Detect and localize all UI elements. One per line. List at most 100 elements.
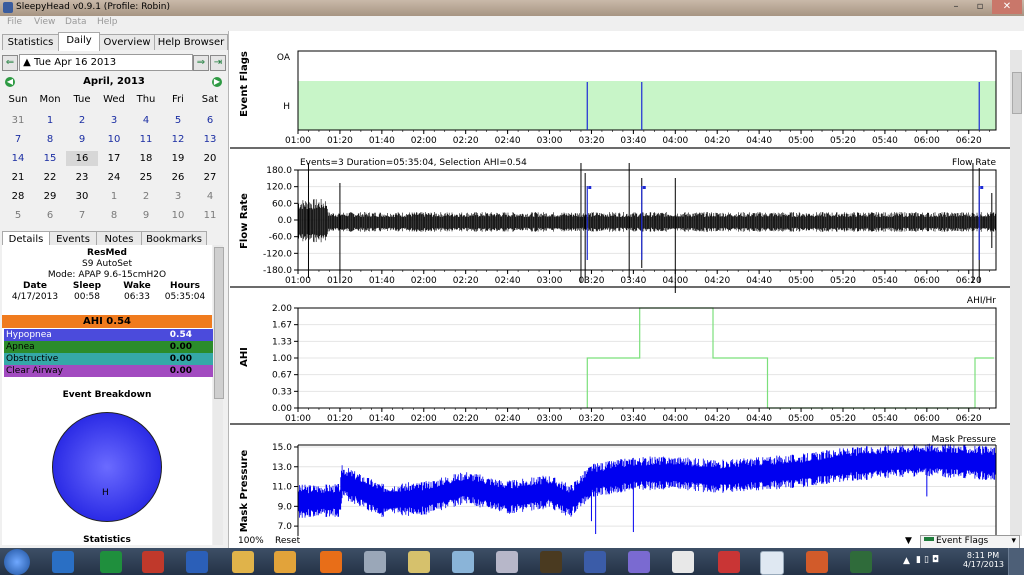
- calculator-icon[interactable]: [364, 551, 386, 573]
- calendar-day[interactable]: 30: [66, 189, 98, 204]
- calendar-day[interactable]: 1: [98, 189, 130, 204]
- menu-help[interactable]: Help: [97, 17, 118, 27]
- calendar-day[interactable]: 4: [194, 189, 226, 204]
- time-tick-label: 05:20: [830, 276, 856, 286]
- calendar-day[interactable]: 2: [130, 189, 162, 204]
- calendar-day[interactable]: 10: [162, 208, 194, 223]
- time-tick-label: 06:00: [914, 414, 940, 424]
- close-button[interactable]: ✕: [992, 0, 1022, 14]
- tab-statistics[interactable]: Statistics: [2, 34, 59, 50]
- app-icon-7[interactable]: [452, 551, 474, 573]
- calendar-day[interactable]: 23: [66, 170, 98, 185]
- chart-app-icon[interactable]: [806, 551, 828, 573]
- next-month-icon[interactable]: ▶: [212, 77, 222, 87]
- graph-menu-icon[interactable]: ▼: [905, 536, 912, 546]
- time-tick-label: 05:00: [788, 414, 814, 424]
- calendar-day[interactable]: 3: [162, 189, 194, 204]
- calendar-month-label: April, 2013: [83, 76, 145, 87]
- time-tick-label: 02:00: [411, 414, 437, 424]
- calendar-day[interactable]: 17: [98, 151, 130, 166]
- word-icon[interactable]: [186, 551, 208, 573]
- app-icon-8[interactable]: [496, 551, 518, 573]
- calendar-day[interactable]: 7: [66, 208, 98, 223]
- calendar-day[interactable]: 12: [162, 132, 194, 147]
- calendar-toggle-icon[interactable]: ▲: [20, 55, 34, 70]
- calendar-day[interactable]: 28: [2, 189, 34, 204]
- app-icon-10[interactable]: [584, 551, 606, 573]
- time-tick-label: 03:40: [620, 276, 646, 286]
- excel-icon[interactable]: [100, 551, 122, 573]
- calendar-day[interactable]: 10: [98, 132, 130, 147]
- calendar-day[interactable]: 7: [2, 132, 34, 147]
- prev-day-button[interactable]: ⇐: [2, 55, 18, 71]
- calendar-day[interactable]: 1: [34, 113, 66, 128]
- calendar-day[interactable]: 5: [2, 208, 34, 223]
- calendar-day[interactable]: 15: [34, 151, 66, 166]
- calendar-day[interactable]: 16: [66, 151, 98, 166]
- reset-button[interactable]: Reset: [275, 536, 300, 546]
- calendar-day[interactable]: 29: [34, 189, 66, 204]
- tab-help-browser[interactable]: Help Browser: [154, 34, 228, 50]
- date-field[interactable]: ▲ Tue Apr 16 2013: [19, 54, 193, 71]
- calendar-day[interactable]: 13: [194, 132, 226, 147]
- calendar-day[interactable]: 5: [162, 113, 194, 128]
- notes-icon[interactable]: [408, 551, 430, 573]
- calendar-day[interactable]: 8: [34, 132, 66, 147]
- menu-view[interactable]: View: [34, 17, 55, 27]
- time-tick-label: 05:20: [830, 136, 856, 146]
- calendar-day[interactable]: 24: [98, 170, 130, 185]
- maximize-button[interactable]: ▫: [968, 0, 992, 14]
- security-icon[interactable]: [850, 551, 872, 573]
- outlook-icon[interactable]: [52, 551, 74, 573]
- calendar-day[interactable]: 19: [162, 151, 194, 166]
- calendar-day[interactable]: 20: [194, 151, 226, 166]
- menu-file[interactable]: File: [7, 17, 22, 27]
- calendar-day[interactable]: 14: [2, 151, 34, 166]
- show-desktop-button[interactable]: [1008, 548, 1024, 575]
- last-day-button[interactable]: ⇥: [210, 55, 226, 71]
- calendar-day[interactable]: 31: [2, 113, 34, 128]
- app-red-icon[interactable]: [142, 551, 164, 573]
- graph-select-dropdown[interactable]: Event Flags ▾: [920, 535, 1020, 549]
- game-icon[interactable]: [540, 551, 562, 573]
- chart-scrollbar[interactable]: [1010, 50, 1022, 536]
- app-icon-11[interactable]: [628, 551, 650, 573]
- shield-app-icon[interactable]: [718, 551, 740, 573]
- tab-daily[interactable]: Daily: [58, 32, 100, 51]
- time-tick-label: 03:20: [578, 414, 604, 424]
- calendar-day[interactable]: 2: [66, 113, 98, 128]
- next-day-button[interactable]: ⇒: [193, 55, 209, 71]
- calendar-day[interactable]: 26: [162, 170, 194, 185]
- calendar-day[interactable]: 21: [2, 170, 34, 185]
- calendar-day[interactable]: 27: [194, 170, 226, 185]
- calendar-day[interactable]: 4: [130, 113, 162, 128]
- details-scrollbar[interactable]: [213, 245, 224, 545]
- cards-icon[interactable]: [672, 551, 694, 573]
- calendar-day[interactable]: 6: [194, 113, 226, 128]
- minimize-button[interactable]: –: [944, 0, 968, 14]
- calendar-day[interactable]: 11: [194, 208, 226, 223]
- scrollbar-thumb[interactable]: [1012, 72, 1022, 114]
- calendar-day[interactable]: 6: [34, 208, 66, 223]
- calendar-day[interactable]: 9: [130, 208, 162, 223]
- folder-icon[interactable]: [232, 551, 254, 573]
- start-button[interactable]: [4, 549, 30, 575]
- firefox-icon[interactable]: [320, 551, 342, 573]
- tray-arrow-icon[interactable]: ▲: [903, 556, 910, 566]
- calendar-day[interactable]: 22: [34, 170, 66, 185]
- weekday-label: Wed: [103, 94, 125, 105]
- media-player-icon[interactable]: [274, 551, 296, 573]
- menu-data[interactable]: Data: [65, 17, 87, 27]
- sleepyhead-icon[interactable]: [760, 551, 784, 575]
- charts-canvas: Event Flags OA H 01:00 01:20 01:40 02:00 02:20 0…: [230, 50, 1010, 536]
- calendar-day[interactable]: 11: [130, 132, 162, 147]
- calendar-day[interactable]: 9: [66, 132, 98, 147]
- tray-icons[interactable]: ▮▯◘: [916, 555, 956, 567]
- tab-overview[interactable]: Overview: [99, 34, 155, 50]
- calendar-day[interactable]: 3: [98, 113, 130, 128]
- calendar-day[interactable]: 8: [98, 208, 130, 223]
- time-tick-label: 01:00: [285, 414, 311, 424]
- calendar-day[interactable]: 25: [130, 170, 162, 185]
- scrollbar-thumb[interactable]: [214, 247, 224, 399]
- calendar-day[interactable]: 18: [130, 151, 162, 166]
